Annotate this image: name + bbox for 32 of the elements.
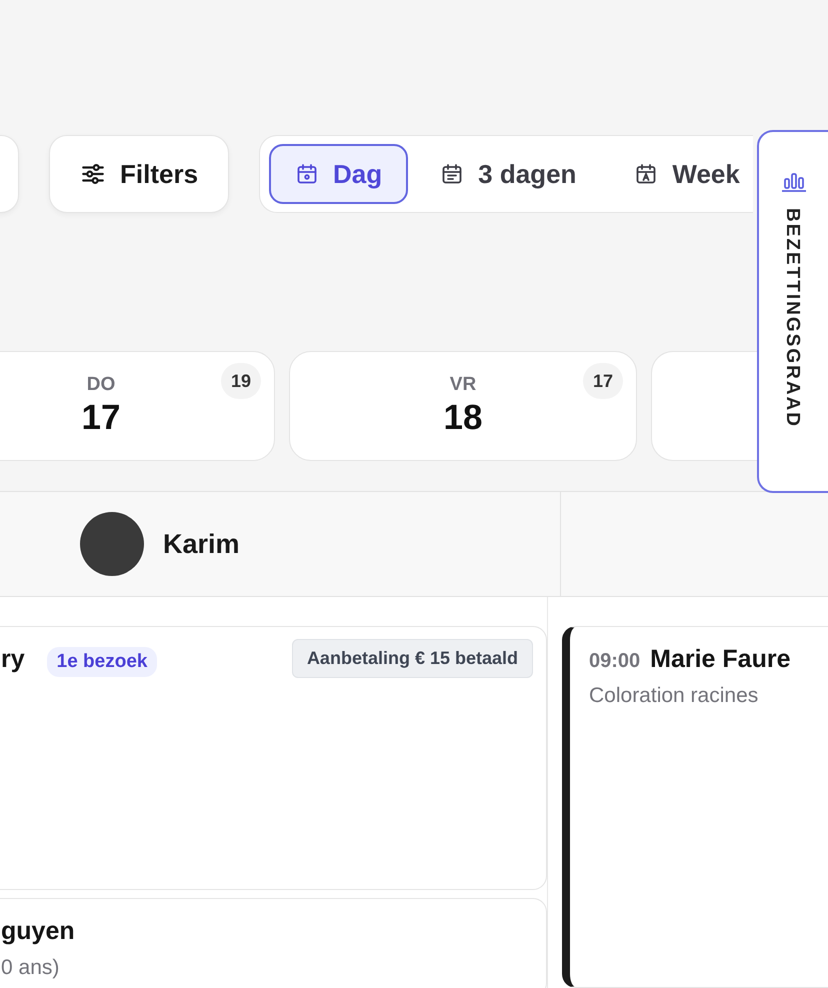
deposit-badge: Aanbetaling € 15 betaald — [292, 639, 533, 678]
day-card[interactable]: DO 17 19 — [0, 351, 275, 461]
appointment-count: 19 — [221, 363, 261, 399]
date-number: 18 — [444, 398, 482, 438]
client-name: guyen — [1, 917, 75, 946]
view-tab[interactable]: Dag — [269, 144, 408, 204]
view-tab[interactable]: 3 dagen — [414, 144, 602, 204]
calendar-icon — [634, 162, 658, 186]
day-card[interactable]: VR 18 17 — [289, 351, 637, 461]
staff-name: Karim — [163, 528, 240, 560]
side-tab-label: BEZETTINGSGRAAD — [781, 208, 803, 428]
weekday-label: VR — [450, 374, 476, 396]
client-name: ry — [1, 645, 25, 674]
appointment-count: 17 — [583, 363, 623, 399]
appointment-time: 09:00 — [589, 650, 640, 673]
bar-chart-icon — [781, 170, 807, 192]
calendar-icon — [440, 162, 464, 186]
appointment-detail: 0 ans) — [1, 956, 60, 980]
calendar-icon — [295, 162, 320, 186]
weekday-label: DO — [86, 374, 116, 396]
date-number: 17 — [82, 398, 120, 438]
filters-button[interactable]: Filters — [49, 135, 230, 213]
occupancy-tab[interactable]: BEZETTINGSGRAAD — [757, 130, 828, 493]
appointment-card[interactable]: guyen 0 ans) — [0, 898, 547, 988]
day-card[interactable] — [651, 351, 757, 461]
appointment-card[interactable]: 09:00 Marie Faure Coloration racines — [562, 626, 828, 988]
appointment-card[interactable]: ry 1e bezoek Aanbetaling € 15 betaald — [0, 626, 547, 890]
client-name: Marie Faure — [650, 645, 790, 674]
sliders-icon — [80, 161, 106, 187]
first-visit-tag: 1e bezoek — [46, 647, 158, 677]
appointment-detail: Coloration racines — [589, 684, 760, 708]
view-tab[interactable]: Week — [608, 144, 742, 204]
